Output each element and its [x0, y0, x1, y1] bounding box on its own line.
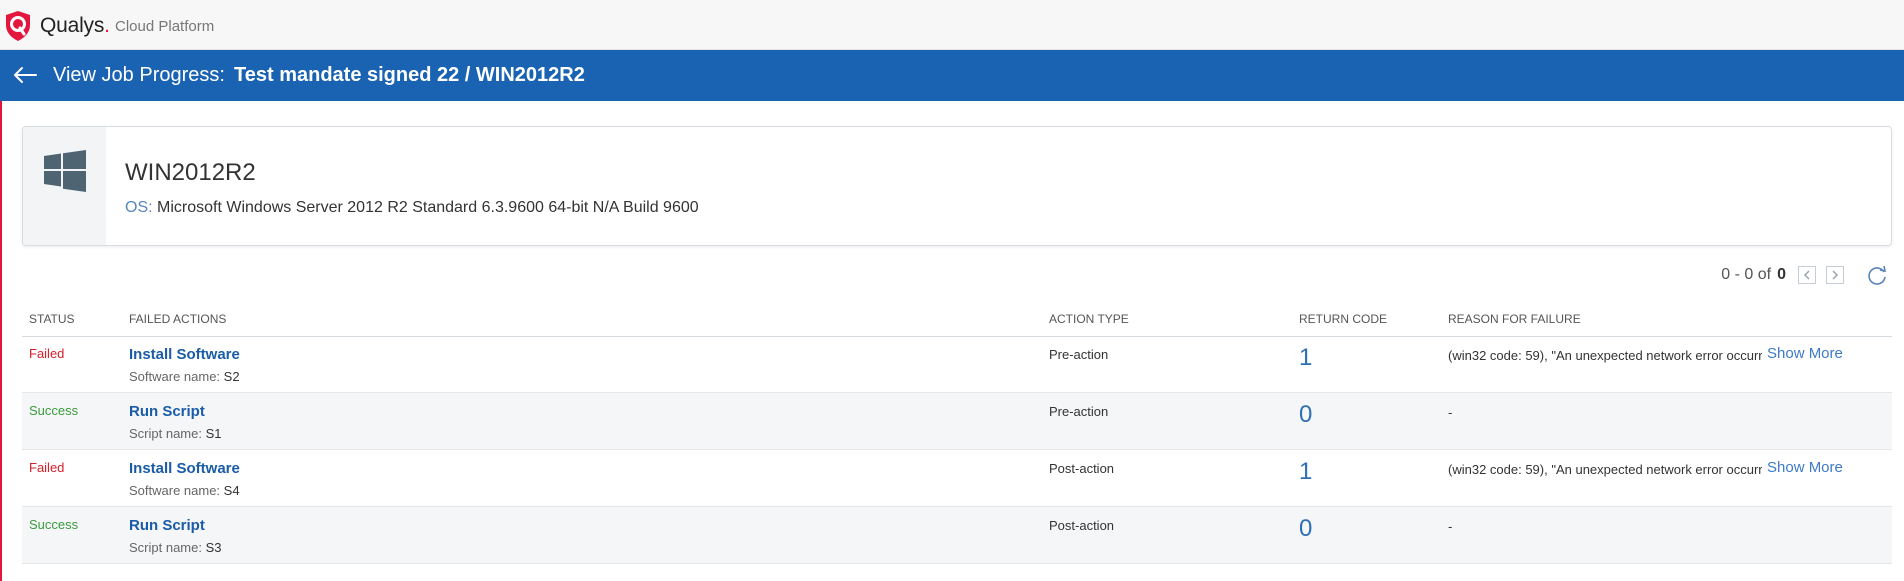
failure-reason: - [1448, 405, 1453, 420]
pagination: 0 - 0 of 0 [1721, 264, 1844, 286]
previous-page-button[interactable] [1798, 266, 1816, 284]
chevron-left-icon [1803, 270, 1810, 280]
table-row: Success Run Script Script name: S1 Pre-a… [22, 393, 1892, 450]
return-code: 0 [1299, 401, 1313, 428]
failure-reason: (win32 code: 59), "An unexpected network… [1448, 348, 1762, 363]
os-value: Microsoft Windows Server 2012 R2 Standar… [157, 199, 699, 216]
table-header: STATUS FAILED ACTIONS ACTION TYPE RETURN… [22, 306, 1892, 337]
status-badge: Failed [29, 460, 65, 475]
top-bar: Qualys. Cloud Platform [0, 0, 1904, 50]
refresh-icon[interactable] [1866, 264, 1888, 286]
return-code: 0 [1299, 515, 1313, 542]
pagination-total: 0 [1777, 266, 1786, 283]
column-header-failed-actions[interactable]: FAILED ACTIONS [129, 312, 226, 326]
table-row: Failed Install Software Software name: S… [22, 450, 1892, 507]
action-detail: Script name: S1 [129, 426, 222, 441]
status-badge: Success [29, 403, 79, 418]
action-link[interactable]: Run Script [129, 403, 205, 420]
action-type: Pre-action [1049, 347, 1109, 362]
qualys-logo-icon[interactable] [4, 10, 32, 42]
action-type: Pre-action [1049, 404, 1109, 419]
windows-icon [44, 150, 86, 192]
column-header-status[interactable]: STATUS [29, 312, 75, 326]
action-detail: Software name: S4 [129, 483, 240, 498]
table-row: Failed Install Software Software name: S… [22, 336, 1892, 393]
action-type: Post-action [1049, 461, 1115, 476]
show-more-link[interactable]: Show More [1767, 459, 1843, 476]
asset-os: OS: Microsoft Windows Server 2012 R2 Sta… [125, 199, 699, 217]
column-header-reason[interactable]: REASON FOR FAILURE [1448, 312, 1581, 326]
action-detail: Software name: S2 [129, 369, 240, 384]
platform-name: Cloud Platform [115, 18, 215, 35]
action-link[interactable]: Install Software [129, 346, 240, 363]
column-header-action-type[interactable]: ACTION TYPE [1049, 312, 1129, 326]
brand-name: Qualys. [40, 14, 110, 37]
action-link[interactable]: Run Script [129, 517, 205, 534]
status-badge: Success [29, 517, 79, 532]
show-more-link[interactable]: Show More [1767, 345, 1843, 362]
return-code: 1 [1299, 458, 1313, 485]
back-arrow-icon[interactable] [12, 66, 38, 84]
table-row: Success Run Script Script name: S3 Post-… [22, 507, 1892, 564]
page-title-job: Test mandate signed 22 / WIN2012R2 [234, 64, 585, 86]
page-title-bar: View Job Progress: Test mandate signed 2… [0, 50, 1904, 101]
os-icon-container [23, 127, 106, 245]
next-page-button[interactable] [1826, 266, 1844, 284]
failure-reason: - [1448, 519, 1453, 534]
pagination-range: 0 - 0 of [1721, 266, 1772, 283]
status-badge: Failed [29, 346, 65, 361]
action-link[interactable]: Install Software [129, 460, 240, 477]
column-header-return-code[interactable]: RETURN CODE [1299, 312, 1387, 326]
chevron-right-icon [1832, 270, 1839, 280]
os-label: OS: [125, 199, 153, 216]
asset-name: WIN2012R2 [125, 159, 256, 186]
action-detail: Script name: S3 [129, 540, 222, 555]
page-title-label: View Job Progress: [53, 64, 225, 86]
asset-card: WIN2012R2 OS: Microsoft Windows Server 2… [22, 126, 1892, 246]
action-type: Post-action [1049, 518, 1115, 533]
return-code: 1 [1299, 344, 1313, 371]
failure-reason: (win32 code: 59), "An unexpected network… [1448, 462, 1762, 477]
